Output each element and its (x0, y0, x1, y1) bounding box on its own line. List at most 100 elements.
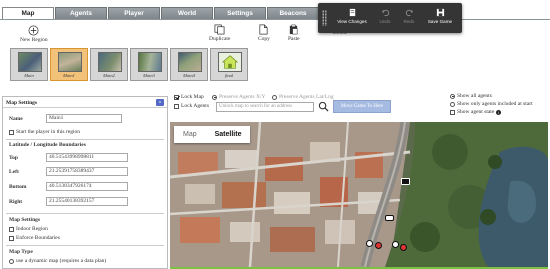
save-game-label: Save Game (427, 19, 453, 24)
region-main3[interactable]: Main3 (130, 48, 168, 81)
right-boundary-input[interactable]: 21.25540138392157 (46, 197, 128, 206)
left-boundary-input[interactable]: 21.25391758389437 (46, 167, 128, 176)
camera-icon[interactable] (401, 178, 410, 185)
redo-icon (405, 9, 413, 17)
region-thumbnail (58, 52, 82, 72)
checkbox-box (174, 103, 179, 109)
view-changes-button[interactable]: View Changes (334, 8, 370, 30)
document-icon (349, 8, 355, 17)
new-region-button[interactable]: New Region (20, 25, 48, 43)
tab-bar: Map Agents Player World Settings Beacons (0, 0, 550, 20)
lock-agents-checkbox[interactable]: Lock Agents (174, 103, 209, 109)
checkbox-box (450, 109, 455, 115)
agent-marker-red-icon[interactable] (375, 242, 382, 249)
divider (6, 245, 164, 246)
satellite-map[interactable]: Map Satellite (170, 122, 548, 267)
start-player-label: Start the player in this region (16, 129, 80, 135)
region-main[interactable]: Main (10, 48, 48, 81)
region-thumbnail (218, 52, 242, 72)
agent-marker-red-icon[interactable] (400, 244, 407, 251)
region-label: Main1 (63, 73, 75, 78)
region-thumbnail (178, 52, 202, 72)
bottom-boundary-input[interactable]: 40.5138347926174 (46, 182, 128, 191)
region-main1[interactable]: Main1 (50, 48, 88, 81)
checkbox-box (9, 129, 14, 135)
show-only-agents-radio[interactable]: Show only agents included at start (450, 101, 533, 107)
dynamic-map-label: use a dynamic map (requires a data plan) (16, 258, 107, 264)
checkbox-box (9, 226, 14, 232)
preserve-xy-label: Preserve Agents X/Y (219, 94, 266, 100)
collapse-panel-button[interactable]: « (156, 99, 164, 106)
enforce-boundaries-label: Enforce Boundaries (16, 235, 60, 241)
preserve-latlng-radio[interactable]: Preserve Agents Lat/Lng (272, 94, 334, 100)
drag-handle[interactable] (322, 10, 327, 26)
undo-label: Undo (379, 19, 391, 24)
address-search-input[interactable]: Unlock map to search for an address (216, 102, 314, 112)
agent-marker-icon[interactable] (366, 240, 373, 247)
top-boundary-input[interactable]: 40.51543998998811 (46, 153, 128, 162)
tab-agents[interactable]: Agents (55, 7, 107, 19)
region-main4[interactable]: Main4 (170, 48, 208, 81)
show-agent-state-label: Show agent state (457, 109, 495, 115)
lock-agents-label: Lock Agents (181, 103, 209, 109)
tab-player[interactable]: Player (108, 7, 160, 19)
region-final[interactable]: final (210, 48, 248, 81)
left-label: Left (9, 169, 19, 175)
map-settings-panel: Map Settings « Name Main1 Start the play… (2, 96, 168, 269)
duplicate-icon (214, 24, 225, 35)
plus-circle-icon (28, 25, 39, 36)
map-view-tab[interactable]: Map (174, 126, 206, 143)
tab-world[interactable]: World (161, 7, 213, 19)
agent-marker-icon[interactable] (392, 241, 399, 248)
region-label: Main3 (143, 73, 155, 78)
info-icon[interactable]: i (496, 109, 502, 115)
duplicate-label: Duplicate (209, 36, 231, 42)
dynamic-map-radio[interactable]: use a dynamic map (requires a data plan) (9, 258, 106, 264)
save-game-button[interactable]: Save Game (424, 8, 456, 30)
new-region-label: New Region (20, 37, 48, 43)
copy-button[interactable]: Copy (258, 24, 270, 42)
divider (6, 213, 164, 214)
preserve-xy-radio[interactable]: Preserve Agents X/Y (212, 94, 265, 100)
tab-beacons[interactable]: Beacons (267, 7, 319, 19)
radio-circle (9, 258, 14, 264)
tab-divider (0, 19, 550, 20)
region-label: Main2 (103, 73, 115, 78)
paste-button[interactable]: Paste (288, 24, 300, 42)
home-icon (221, 55, 239, 69)
redo-button[interactable]: Redo (400, 8, 418, 30)
show-agent-state-checkbox[interactable]: Show agent state i (450, 109, 502, 115)
panel-title: Map Settings (6, 100, 38, 106)
duplicate-button[interactable]: Duplicate (209, 24, 230, 42)
indoor-region-checkbox[interactable]: Indoor Region (9, 226, 48, 232)
start-player-checkbox[interactable]: Start the player in this region (9, 129, 80, 135)
right-label: Right (9, 199, 23, 205)
region-name-input[interactable]: Main1 (46, 114, 122, 123)
region-label: final (224, 73, 234, 78)
save-toolbar: View Changes Undo Redo Save Game (318, 3, 462, 33)
radio-circle (212, 94, 217, 100)
tab-map[interactable]: Map (2, 7, 54, 19)
delete-button[interactable]: Delete (333, 30, 347, 36)
redo-label: Redo (403, 19, 415, 24)
map-type-heading: Map Type (9, 249, 33, 255)
search-icon[interactable] (318, 101, 329, 112)
tab-settings[interactable]: Settings (214, 7, 266, 19)
floppy-disk-icon (436, 8, 444, 17)
top-label: Top (9, 155, 18, 161)
undo-button[interactable]: Undo (376, 8, 394, 30)
show-all-agents-label: Show all agents (457, 93, 492, 99)
move-game-button[interactable]: Move Game To Here (333, 100, 391, 113)
region-main2[interactable]: Main2 (90, 48, 128, 81)
divider (6, 139, 164, 140)
copy-icon (259, 24, 268, 35)
enforce-boundaries-checkbox[interactable]: Enforce Boundaries (9, 235, 60, 241)
main-tabs: Map Agents Player World Settings Beacons (2, 7, 319, 19)
preserve-latlng-label: Preserve Agents Lat/Lng (279, 94, 334, 100)
show-all-agents-radio[interactable]: Show all agents (450, 93, 492, 99)
lock-map-checkbox[interactable]: Lock Map (174, 94, 204, 100)
indoor-region-label: Indoor Region (16, 226, 48, 232)
region-thumbnail (98, 52, 122, 72)
satellite-view-tab[interactable]: Satellite (205, 126, 251, 143)
glasses-agent-icon[interactable] (385, 215, 394, 221)
